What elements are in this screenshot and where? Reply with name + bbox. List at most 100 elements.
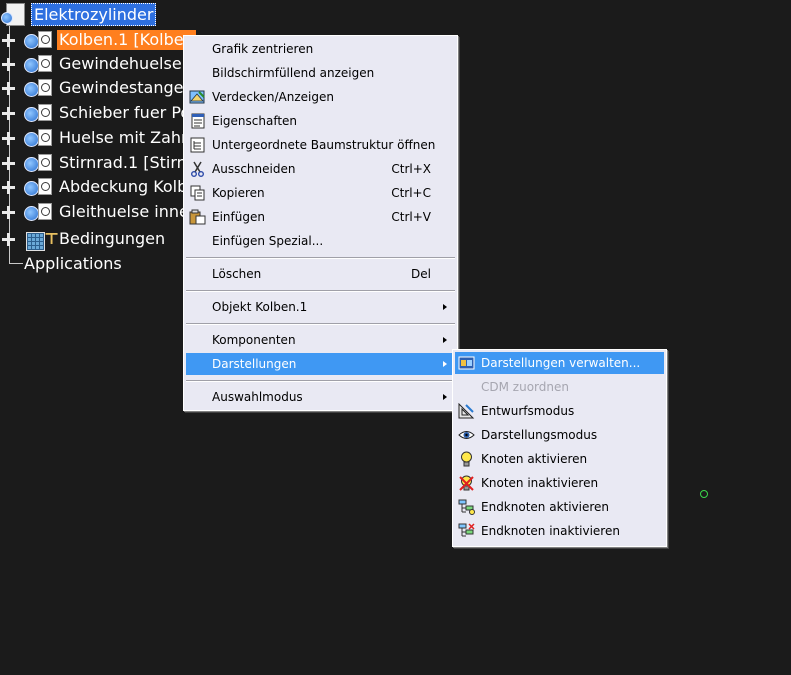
menu-item-label: Ausschneiden	[212, 162, 296, 176]
lightbulb-off-icon	[459, 475, 474, 491]
menu-item-loeschen[interactable]: Löschen Del	[186, 263, 455, 285]
menu-item-label: Einfügen Spezial...	[212, 234, 324, 248]
properties-icon	[191, 113, 205, 129]
menu-item-einfuegen-spezial[interactable]: Einfügen Spezial...	[186, 230, 455, 252]
menu-item-auswahlmodus[interactable]: Auswahlmodus	[186, 386, 455, 408]
submenu-item-cdm-zuordnen[interactable]: CDM zuordnen	[455, 376, 664, 398]
menu-separator	[186, 323, 455, 325]
menu-item-bildschirmfuellend[interactable]: Bildschirmfüllend anzeigen	[186, 62, 455, 84]
part-instance-icon	[24, 181, 39, 196]
submenu-arrow-icon	[443, 304, 447, 310]
menu-item-verdecken-anzeigen[interactable]: Verdecken/Anzeigen	[186, 86, 455, 108]
part-document-icon	[38, 178, 52, 195]
menu-separator	[186, 380, 455, 382]
constraint-symbol-icon: ⊤	[44, 229, 60, 248]
shortcut-label: Ctrl+V	[391, 210, 431, 224]
menu-item-einfuegen[interactable]: Einfügen Ctrl+V	[186, 206, 455, 228]
menu-item-label: Komponenten	[212, 333, 296, 347]
tree-root-node[interactable]: Elektrozylinder	[31, 3, 157, 26]
menu-item-eigenschaften[interactable]: Eigenschaften	[186, 110, 455, 132]
submenu-item-darstellungen-verwalten[interactable]: Darstellungen verwalten...	[455, 352, 664, 374]
tree-applications-branch	[9, 263, 23, 264]
submenu-arrow-icon	[443, 394, 447, 400]
submenu-item-endknoten-aktivieren[interactable]: Endknoten aktivieren	[455, 496, 664, 518]
tree-leaf-deactivate-icon	[458, 523, 475, 537]
design-mode-icon	[458, 403, 475, 419]
tree-item-label: Huelse mit Zahn	[59, 128, 192, 147]
submenu-item-label: Darstellungsmodus	[481, 428, 598, 442]
part-document-icon	[38, 31, 52, 48]
submenu-item-label: CDM zuordnen	[481, 380, 569, 394]
part-document-icon	[38, 154, 52, 171]
menu-item-label: Einfügen	[212, 210, 265, 224]
tree-item-label: Gewindestange.1	[59, 78, 199, 97]
submenu-item-label: Knoten inaktivieren	[481, 476, 599, 490]
menu-item-label: Bildschirmfüllend anzeigen	[212, 66, 375, 80]
constraints-icon	[26, 232, 45, 251]
submenu-item-label: Darstellungen verwalten...	[481, 356, 641, 370]
submenu-item-knoten-inaktivieren[interactable]: Knoten inaktivieren	[455, 472, 664, 494]
menu-item-label: Verdecken/Anzeigen	[212, 90, 334, 104]
tree-leaf-activate-icon	[458, 499, 475, 515]
part-document-icon	[38, 203, 52, 220]
menu-item-kopieren[interactable]: Kopieren Ctrl+C	[186, 182, 455, 204]
viewport-cursor-marker	[700, 490, 708, 498]
submenu-item-entwurfsmodus[interactable]: Entwurfsmodus	[455, 400, 664, 422]
expand-plus-icon[interactable]	[2, 58, 15, 71]
menu-item-label: Eigenschaften	[212, 114, 298, 128]
menu-item-grafik-zentrieren[interactable]: Grafik zentrieren	[186, 38, 455, 60]
hide-show-icon	[189, 90, 205, 104]
submenu-item-endknoten-inaktivieren[interactable]: Endknoten inaktivieren	[455, 520, 664, 542]
menu-item-untergeordnete-baumstruktur[interactable]: Untergeordnete Baumstruktur öffnen	[186, 134, 455, 156]
expand-plus-icon[interactable]	[2, 107, 15, 120]
submenu-item-label: Knoten aktivieren	[481, 452, 588, 466]
submenu-arrow-icon	[443, 361, 447, 367]
manage-representations-icon	[458, 356, 475, 370]
shortcut-label: Del	[411, 267, 431, 281]
tree-item-label: Schieber fuer Po	[59, 103, 191, 122]
expand-plus-icon[interactable]	[2, 233, 15, 246]
part-instance-icon	[24, 206, 39, 221]
menu-item-label: Darstellungen	[212, 357, 297, 371]
product-document-icon	[1, 3, 25, 26]
part-instance-icon	[24, 82, 39, 97]
shortcut-label: Ctrl+C	[391, 186, 431, 200]
part-instance-icon	[24, 58, 39, 73]
submenu-item-darstellungsmodus[interactable]: Darstellungsmodus	[455, 424, 664, 446]
tree-item-applications[interactable]: Applications	[24, 254, 122, 274]
tree-item-label: Gleithuelse inner	[59, 202, 196, 221]
open-subtree-icon	[190, 137, 205, 153]
menu-item-objekt-kolben[interactable]: Objekt Kolben.1	[186, 296, 455, 318]
copy-icon	[190, 185, 205, 201]
submenu-item-knoten-aktivieren[interactable]: Knoten aktivieren	[455, 448, 664, 470]
paste-icon	[189, 209, 206, 225]
expand-plus-icon[interactable]	[2, 181, 15, 194]
part-instance-icon	[24, 34, 39, 49]
menu-separator	[186, 290, 455, 292]
part-document-icon	[38, 55, 52, 72]
expand-plus-icon[interactable]	[2, 206, 15, 219]
lightbulb-on-icon	[461, 451, 472, 467]
tree-item-label: Bedingungen	[59, 229, 166, 248]
menu-item-darstellungen[interactable]: Darstellungen	[186, 353, 455, 375]
tree-item-label: Gewindehuelse.1	[59, 54, 197, 73]
submenu-item-label: Endknoten inaktivieren	[481, 524, 620, 538]
menu-item-label: Grafik zentrieren	[212, 42, 314, 56]
menu-item-label: Objekt Kolben.1	[212, 300, 308, 314]
scissors-icon	[191, 161, 204, 177]
part-instance-icon	[24, 132, 39, 147]
expand-plus-icon[interactable]	[2, 132, 15, 145]
expand-plus-icon[interactable]	[2, 34, 15, 47]
submenu-item-label: Entwurfsmodus	[481, 404, 575, 418]
part-document-icon	[38, 104, 52, 121]
submenu-item-label: Endknoten aktivieren	[481, 500, 610, 514]
shortcut-label: Ctrl+X	[391, 162, 431, 176]
expand-plus-icon[interactable]	[2, 82, 15, 95]
menu-item-komponenten[interactable]: Komponenten	[186, 329, 455, 351]
menu-item-ausschneiden[interactable]: Ausschneiden Ctrl+X	[186, 158, 455, 180]
context-menu: Grafik zentrieren Bildschirmfüllend anze…	[183, 35, 458, 411]
expand-plus-icon[interactable]	[2, 157, 15, 170]
menu-item-label: Untergeordnete Baumstruktur öffnen	[212, 138, 436, 152]
tree-item-label: Abdeckung Kolb	[59, 177, 188, 196]
tree-item-label: Stirnrad.1 [Stirn	[59, 153, 187, 172]
